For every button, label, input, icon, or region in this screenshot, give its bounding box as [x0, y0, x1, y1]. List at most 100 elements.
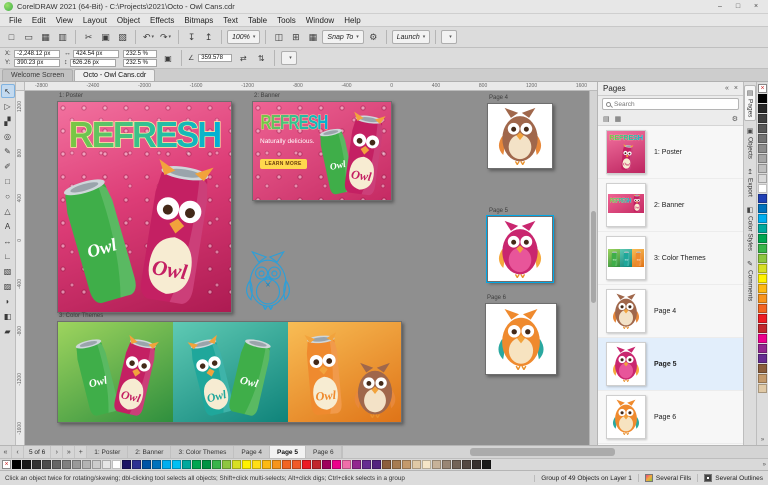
color-swatch[interactable]: [52, 460, 61, 469]
search-input[interactable]: [614, 100, 735, 108]
drawing-canvas[interactable]: 1: Poster REFRESH Owl Owl 2: Banner REFR…: [25, 91, 597, 445]
owl-can-art[interactable]: Owl: [118, 154, 231, 312]
next-page-button[interactable]: ›: [51, 446, 64, 458]
color-swatch[interactable]: [758, 194, 767, 203]
shape-tool[interactable]: ▷: [1, 99, 15, 113]
color-swatch[interactable]: [262, 460, 271, 469]
color-swatch[interactable]: [758, 344, 767, 353]
palette-flyout-icon[interactable]: »: [761, 437, 764, 443]
fill-indicator[interactable]: Several Fills: [637, 474, 691, 482]
color-swatch[interactable]: [112, 460, 121, 469]
page-thumbnail[interactable]: [606, 289, 646, 333]
scale-h-field[interactable]: 232.5 %: [123, 49, 157, 58]
color-swatch[interactable]: [382, 460, 391, 469]
color-swatch[interactable]: [392, 460, 401, 469]
color-swatch[interactable]: [758, 384, 767, 393]
color-swatch[interactable]: [758, 224, 767, 233]
color-swatch[interactable]: [758, 154, 767, 163]
color-swatch[interactable]: [372, 460, 381, 469]
menu-effects[interactable]: Effects: [145, 16, 179, 25]
docker-page-item-poster[interactable]: REFRESH Owl 1: Poster: [598, 126, 743, 179]
mirror-horizontal-button[interactable]: ⇄: [236, 51, 250, 65]
orange-owl-art[interactable]: [496, 308, 546, 370]
docker-page-item-banner[interactable]: REFRESH Owl 2: Banner: [598, 179, 743, 232]
polygon-tool[interactable]: △: [1, 204, 15, 218]
horizontal-ruler[interactable]: -2800 -2400 -2000 -1600 -1200 -800 -400 0 400 800…: [25, 82, 597, 91]
workspace-dropdown[interactable]: ▾: [441, 30, 457, 44]
eyedropper-tool[interactable]: ◗: [1, 294, 15, 308]
owl-character[interactable]: [353, 362, 397, 418]
save-button[interactable]: ▦: [38, 30, 53, 45]
pick-tool[interactable]: ↖: [0, 84, 15, 98]
color-swatch[interactable]: [122, 460, 131, 469]
scrollbar-thumb[interactable]: [470, 448, 615, 456]
outline-width-dropdown[interactable]: ▾: [281, 51, 297, 65]
page-tab-color-themes[interactable]: 3: Color Themes: [171, 446, 235, 458]
color-swatch[interactable]: [758, 304, 767, 313]
ruler-origin[interactable]: [16, 82, 25, 91]
orange-can-art[interactable]: Owl: [296, 330, 351, 422]
color-swatch[interactable]: [222, 460, 231, 469]
color-swatch[interactable]: [758, 184, 767, 193]
color-swatch[interactable]: [758, 264, 767, 273]
smart-fill-tool[interactable]: ▰: [1, 324, 15, 338]
paste-button[interactable]: ▧: [115, 30, 130, 45]
color-swatch[interactable]: [758, 94, 767, 103]
color-swatch[interactable]: [172, 460, 181, 469]
horizontal-scrollbar[interactable]: [341, 446, 768, 458]
theme-panel-teal[interactable]: Owl Owl: [173, 322, 288, 422]
no-color-swatch[interactable]: ×: [2, 460, 11, 469]
object-height-field[interactable]: 626.26 px: [69, 58, 116, 67]
redo-button[interactable]: ↷ ▾: [158, 30, 173, 45]
palette-flyout-icon[interactable]: »: [763, 462, 766, 468]
y-position-field[interactable]: 390.23 px: [14, 58, 60, 67]
color-swatch[interactable]: [32, 460, 41, 469]
scrollbar-thumb[interactable]: [591, 211, 596, 304]
color-swatch[interactable]: [22, 460, 31, 469]
crop-tool[interactable]: ▞: [1, 114, 15, 128]
canvas-page-5[interactable]: Page 5: [486, 208, 554, 283]
brown-owl-art[interactable]: [497, 107, 543, 165]
scale-v-field[interactable]: 232.5 %: [123, 58, 157, 67]
color-swatch[interactable]: [758, 284, 767, 293]
export-button[interactable]: ↥: [201, 30, 216, 45]
color-swatch[interactable]: [462, 460, 471, 469]
tab-welcome-screen[interactable]: Welcome Screen: [2, 69, 74, 81]
color-themes-artwork[interactable]: Owl Owl Owl Owl Owl: [58, 322, 401, 422]
color-swatch[interactable]: [132, 460, 141, 469]
color-swatch[interactable]: [182, 460, 191, 469]
undo-button[interactable]: ↶ ▾: [141, 30, 156, 45]
snap-to-dropdown[interactable]: Snap To ▾: [322, 30, 364, 44]
rotation-angle-field[interactable]: 359.578: [198, 54, 233, 62]
grid-view-icon[interactable]: ▦: [615, 115, 622, 123]
connector-tool[interactable]: ∟: [1, 249, 15, 263]
color-swatch[interactable]: [758, 334, 767, 343]
page-tab-poster[interactable]: 1: Poster: [87, 446, 129, 458]
color-swatch[interactable]: [282, 460, 291, 469]
page-tab-6[interactable]: Page 6: [305, 446, 342, 458]
color-swatch[interactable]: [758, 164, 767, 173]
page-thumbnail[interactable]: [606, 342, 646, 386]
page-thumbnail[interactable]: Owl Owl Owl: [606, 236, 646, 280]
canvas-page-banner[interactable]: 2: Banner REFRESH Naturally delicious. L…: [252, 93, 392, 201]
color-swatch[interactable]: [252, 460, 261, 469]
docker-tab-export[interactable]: ↥ Export: [744, 165, 756, 200]
color-swatch[interactable]: [142, 460, 151, 469]
shadow-tool[interactable]: ▧: [1, 264, 15, 278]
color-swatch[interactable]: [62, 460, 71, 469]
page-tab-4[interactable]: Page 4: [234, 446, 271, 458]
close-button[interactable]: ×: [748, 1, 764, 12]
launch-dropdown[interactable]: Launch ▾: [391, 30, 431, 44]
transparency-tool[interactable]: ▨: [1, 279, 15, 293]
tab-owl-cans-document[interactable]: Octo - Owl Cans.cdr: [74, 69, 156, 81]
color-swatch[interactable]: [92, 460, 101, 469]
options-button[interactable]: ⚙: [366, 30, 381, 45]
color-swatch[interactable]: [12, 460, 21, 469]
outline-indicator[interactable]: Several Outlines: [697, 474, 763, 482]
open-button[interactable]: ▭: [21, 30, 36, 45]
color-swatch[interactable]: [162, 460, 171, 469]
minimize-button[interactable]: –: [712, 1, 728, 12]
canvas-page-6[interactable]: Page 6: [485, 295, 557, 375]
zoom-tool[interactable]: ◎: [1, 129, 15, 143]
menu-text[interactable]: Text: [218, 16, 243, 25]
